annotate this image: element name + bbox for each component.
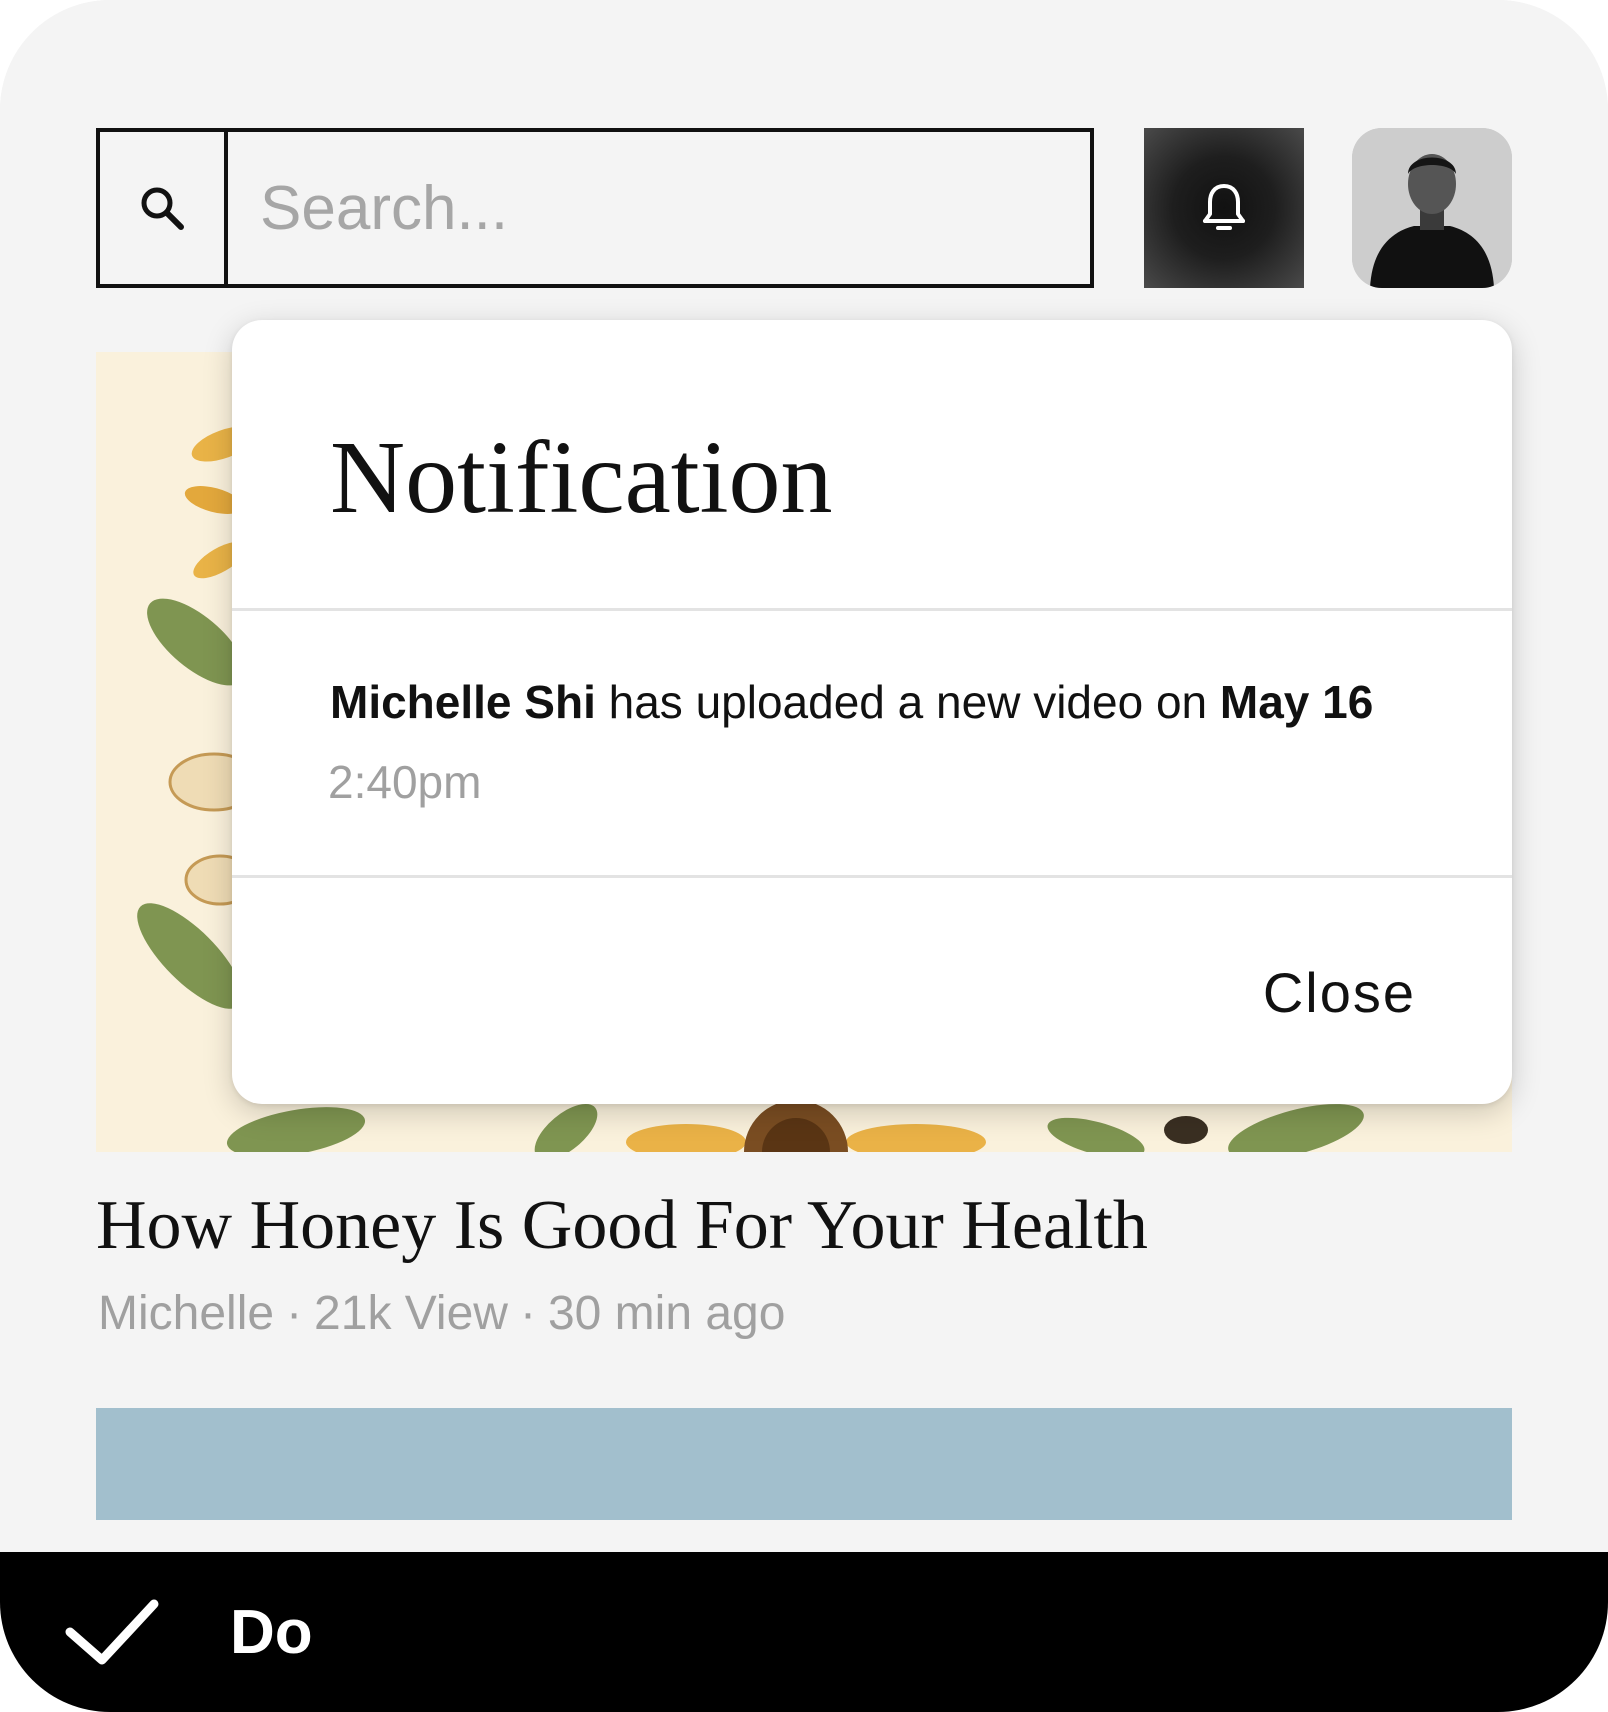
- article-meta: Michelle · 21k View · 30 min ago: [98, 1286, 785, 1341]
- notification-text: has uploaded a new video on: [595, 676, 1220, 728]
- search-icon: [141, 187, 184, 230]
- search-button[interactable]: [100, 132, 228, 284]
- search-input[interactable]: [228, 132, 1090, 284]
- popover-title: Notification: [330, 420, 833, 535]
- next-article-thumbnail[interactable]: [96, 1408, 1512, 1520]
- popover-header: Notification: [232, 320, 1512, 611]
- article-author: Michelle: [98, 1287, 275, 1340]
- meta-separator: ·: [286, 1287, 303, 1340]
- meta-separator: ·: [519, 1287, 536, 1340]
- close-button[interactable]: Close: [1263, 960, 1416, 1025]
- notifications-button[interactable]: [1144, 128, 1304, 288]
- avatar-photo: [1352, 128, 1512, 288]
- notification-time: 2:40pm: [328, 756, 482, 808]
- article-title[interactable]: How Honey Is Good For Your Health: [96, 1186, 1148, 1266]
- article-time-ago: 30 min ago: [547, 1287, 786, 1340]
- article-views: 21k View: [314, 1287, 508, 1340]
- check-icon: [65, 1599, 159, 1665]
- popover-footer: Close: [232, 878, 1512, 1104]
- device-frame: How Honey Is Good For Your Health Michel…: [0, 0, 1608, 1712]
- notification-popover: Notification Michelle Shi has uploaded a…: [232, 320, 1512, 1104]
- guideline-label: Do: [230, 1597, 313, 1667]
- notification-sender: Michelle Shi: [330, 676, 596, 728]
- notification-date: May 16: [1219, 676, 1374, 728]
- notification-item[interactable]: Michelle Shi has uploaded a new video on…: [232, 611, 1512, 878]
- bell-icon: [1203, 184, 1245, 230]
- app-screen: How Honey Is Good For Your Health Michel…: [0, 0, 1608, 1520]
- guideline-bar: Do: [0, 1552, 1608, 1712]
- notification-message: Michelle Shi has uploaded a new video on…: [330, 675, 1373, 729]
- search-bar: [96, 128, 1094, 288]
- user-avatar[interactable]: [1352, 128, 1512, 288]
